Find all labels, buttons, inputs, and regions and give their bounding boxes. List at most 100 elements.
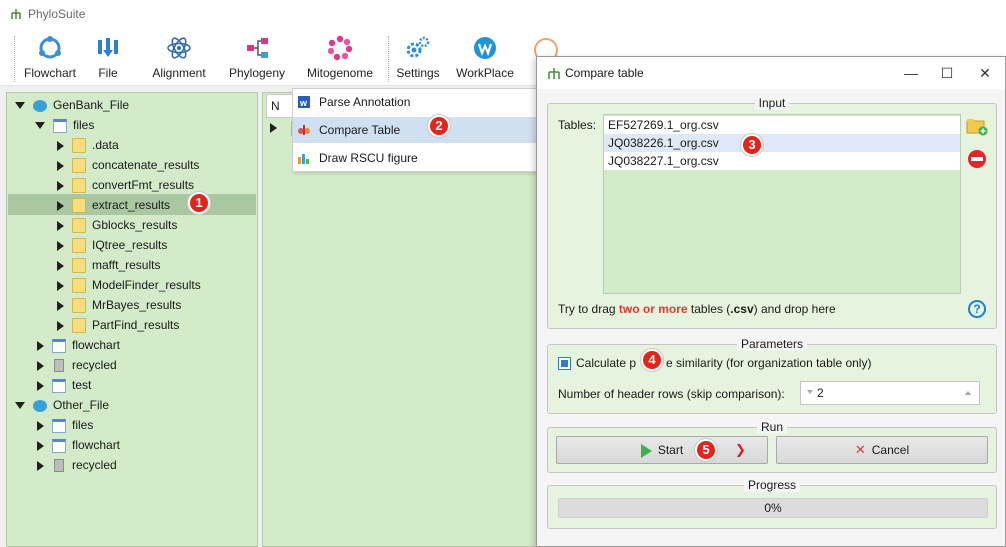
tree-item-iqtree-results[interactable]: IQtree_results: [57, 235, 167, 255]
expand-arrow-icon[interactable]: [270, 123, 277, 133]
file-tree: GenBank_File files .data concatenate_res…: [6, 92, 258, 547]
expand-arrow-icon[interactable]: [37, 440, 44, 451]
list-item[interactable]: JQ038227.1_org.csv: [604, 152, 960, 170]
toolbar-file-button[interactable]: File: [88, 34, 128, 86]
similarity-checkbox-label: Calculate pxxxxxe similarity (for organi…: [576, 356, 872, 370]
tree-item-mrbayes-results[interactable]: MrBayes_results: [57, 295, 181, 315]
tree-item-flowchart-2[interactable]: flowchart: [37, 435, 120, 455]
collapse-arrow-icon[interactable]: [35, 122, 45, 130]
expand-arrow-icon[interactable]: [57, 280, 64, 291]
toolbar-alignment-button[interactable]: Alignment: [148, 34, 210, 86]
expand-arrow-icon[interactable]: [37, 420, 44, 431]
toolbar-file-label: File: [98, 66, 118, 80]
menu-item-parse-annotation[interactable]: w Parse Annotation: [293, 89, 537, 115]
step-badge-1: 1: [188, 192, 210, 214]
expand-arrow-icon[interactable]: [57, 180, 64, 191]
tree-item-mafft-results[interactable]: mafft_results: [57, 255, 160, 275]
toolbar-phylogeny-button[interactable]: Phylogeny: [226, 34, 288, 86]
expand-arrow-icon[interactable]: [57, 320, 64, 331]
mitogenome-dropdown-menu: w Parse Annotation Compare Table Draw RS…: [292, 88, 538, 172]
tree-item-files[interactable]: files: [35, 115, 94, 135]
double-chevron-down-icon[interactable]: ❯: [735, 437, 746, 463]
folder-icon: [72, 178, 86, 194]
header-rows-spinbox[interactable]: 2: [800, 381, 980, 405]
menu-item-compare-table[interactable]: Compare Table: [293, 117, 537, 143]
phylosuite-tree-icon: [548, 68, 560, 79]
tree-item-test[interactable]: test: [37, 375, 91, 395]
column-header[interactable]: N: [266, 94, 294, 118]
tree-item-data[interactable]: .data: [57, 135, 119, 155]
add-folder-icon[interactable]: [966, 116, 988, 136]
folder-icon: [72, 198, 86, 214]
expand-arrow-icon[interactable]: [37, 360, 44, 371]
tree-item-recycled[interactable]: recycled: [37, 355, 117, 375]
spin-down-icon[interactable]: [807, 390, 813, 394]
expand-arrow-icon[interactable]: [37, 460, 44, 471]
cancel-button[interactable]: ✕ Cancel: [776, 436, 988, 464]
tree-item-files-2[interactable]: files: [37, 415, 93, 435]
tree-item-gblocks-results[interactable]: Gblocks_results: [57, 215, 177, 235]
word-doc-icon: w: [298, 96, 310, 108]
tree-item-genbank-file[interactable]: GenBank_File: [15, 95, 129, 115]
genbank-icon: [33, 99, 47, 112]
phylosuite-tree-icon: [11, 9, 21, 19]
tree-item-recycled-2[interactable]: recycled: [37, 455, 117, 475]
trash-icon: [54, 359, 64, 373]
expand-arrow-icon[interactable]: [57, 200, 64, 211]
toolbar-flowchart-button[interactable]: Flowchart: [18, 34, 82, 86]
expand-arrow-icon[interactable]: [37, 340, 44, 351]
menu-item-draw-rscu-figure[interactable]: Draw RSCU figure: [293, 145, 537, 171]
tree-item-convertfmt-results[interactable]: convertFmt_results: [57, 175, 194, 195]
tree-item-flowchart[interactable]: flowchart: [37, 335, 120, 355]
progress-group-title: Progress: [743, 478, 801, 492]
step-badge-3: 3: [741, 134, 763, 156]
toolbar-workplace-label: WorkPlace: [456, 66, 514, 80]
file-page-icon: [53, 118, 67, 133]
toolbar-alignment-label: Alignment: [152, 66, 206, 80]
help-icon[interactable]: ?: [968, 300, 986, 318]
tables-list[interactable]: EF527269.1_org.csv JQ038226.1_org.csv JQ…: [603, 114, 961, 294]
mitogenome-icon: [327, 35, 353, 61]
flowchart-icon: [39, 36, 61, 59]
progress-group: Progress 0%: [547, 478, 997, 529]
start-button[interactable]: Start ❯: [556, 436, 768, 464]
minimize-button[interactable]: —: [897, 63, 925, 83]
expand-arrow-icon[interactable]: [57, 160, 64, 171]
folder-icon: [72, 258, 86, 274]
tree-item-extract-results[interactable]: extract_results: [57, 195, 170, 215]
close-button[interactable]: ✕: [971, 63, 999, 83]
collapse-arrow-icon[interactable]: [15, 102, 25, 110]
phylogeny-icon: [247, 38, 268, 58]
remove-icon[interactable]: [968, 150, 986, 168]
expand-arrow-icon[interactable]: [57, 240, 64, 251]
folder-icon: [72, 318, 86, 334]
alignment-icon: [167, 37, 191, 59]
compare-table-dialog: Compare table — ☐ ✕ Input Tables: EF5272…: [536, 56, 1006, 547]
tree-item-concatenate-results[interactable]: concatenate_results: [57, 155, 199, 175]
toolbar-mitogenome-button[interactable]: Mitogenome: [302, 34, 378, 86]
svg-text:w: w: [299, 98, 308, 108]
maximize-button[interactable]: ☐: [933, 63, 961, 83]
run-group-title: Run: [756, 420, 787, 434]
tree-item-other-file[interactable]: Other_File: [15, 395, 109, 415]
tree-item-modelfinder-results[interactable]: ModelFinder_results: [57, 275, 201, 295]
list-item[interactable]: JQ038226.1_org.csv: [604, 134, 960, 152]
list-item[interactable]: EF527269.1_org.csv: [604, 116, 960, 134]
toolbar-settings-button[interactable]: Settings: [392, 34, 444, 86]
tree-item-partfind-results[interactable]: PartFind_results: [57, 315, 179, 335]
file-page-icon: [52, 338, 66, 353]
info-icon[interactable]: [532, 36, 560, 58]
collapse-arrow-icon[interactable]: [15, 402, 25, 410]
folder-icon: [72, 218, 86, 234]
expand-arrow-icon[interactable]: [57, 300, 64, 311]
spin-up-icon[interactable]: [965, 391, 971, 395]
expand-arrow-icon[interactable]: [37, 380, 44, 391]
similarity-checkbox[interactable]: [558, 357, 571, 370]
expand-arrow-icon[interactable]: [57, 260, 64, 271]
expand-arrow-icon[interactable]: [57, 140, 64, 151]
file-page-icon: [52, 438, 66, 453]
dialog-titlebar: Compare table — ☐ ✕: [537, 57, 1005, 89]
toolbar-workplace-button[interactable]: WorkPlace: [454, 34, 516, 86]
file-icon: [98, 38, 118, 57]
expand-arrow-icon[interactable]: [57, 220, 64, 231]
